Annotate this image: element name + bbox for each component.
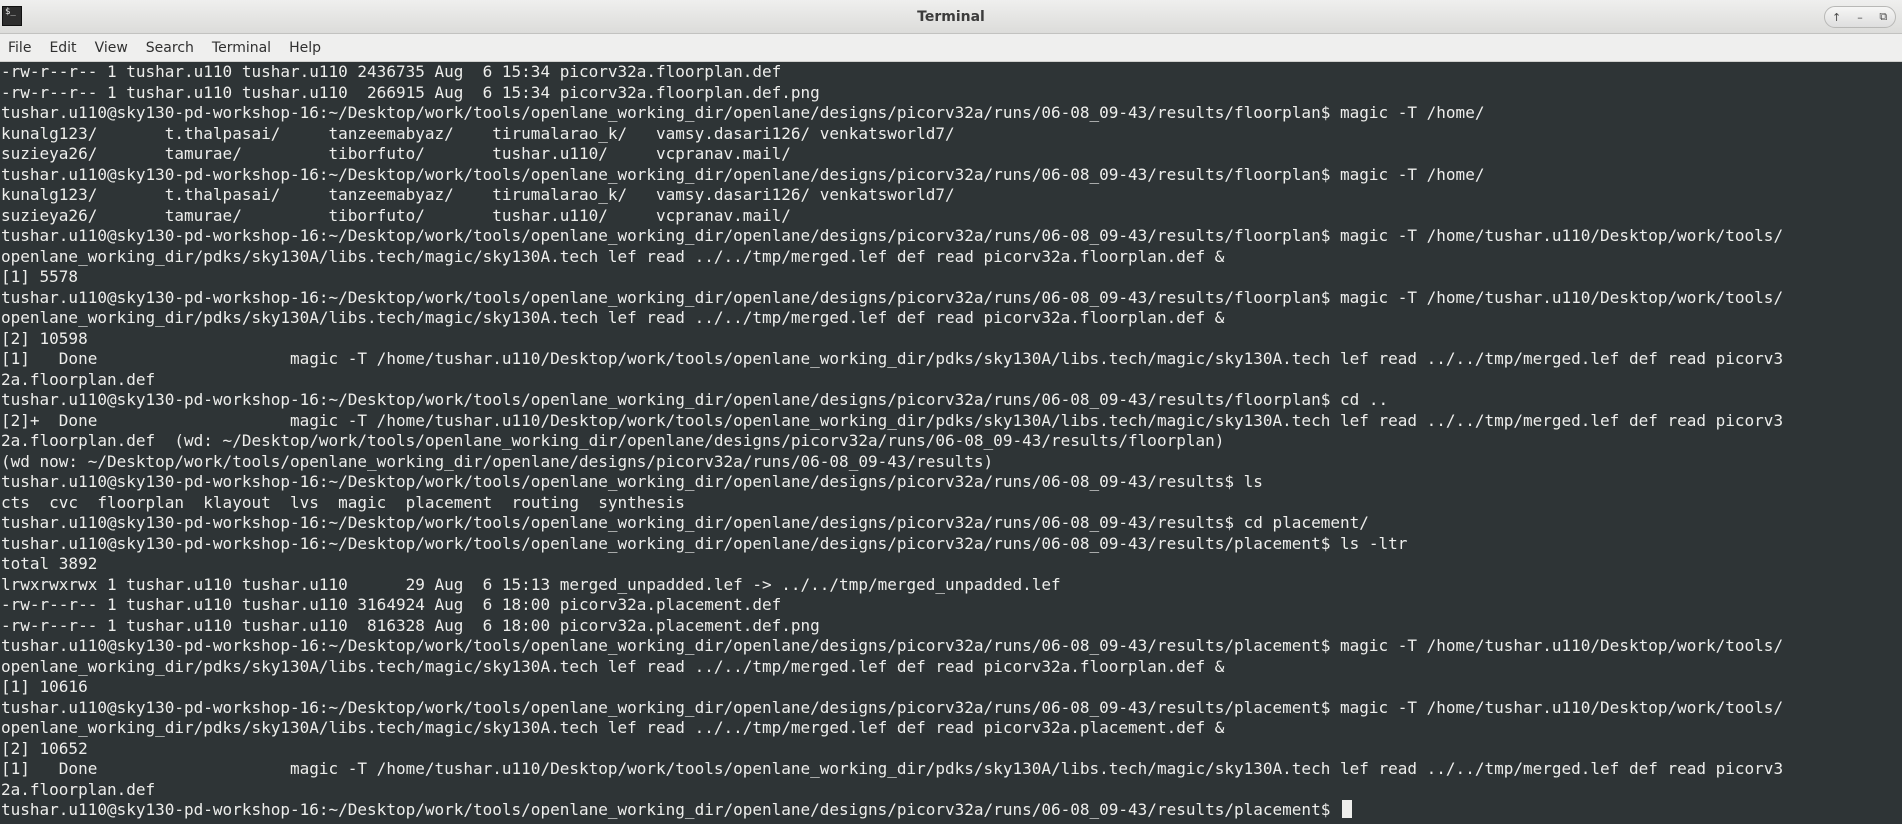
menu-file[interactable]: File <box>0 40 40 56</box>
terminal-line: [2] 10598 <box>1 328 88 348</box>
terminal-line: -rw-r--r-- 1 tushar.u110 tushar.u110 243… <box>1 62 782 81</box>
terminal-line: tushar.u110@sky130-pd-workshop-16:~/Desk… <box>1 533 1408 553</box>
terminal-line: openlane_working_dir/pdks/sky130A/libs.t… <box>1 718 1225 737</box>
terminal-line: [2]+ Done magic -T /home/tushar.u110/Des… <box>1 410 1784 430</box>
terminal-line: 2a.floorplan.def <box>1 779 156 799</box>
menu-terminal[interactable]: Terminal <box>203 40 280 56</box>
window-titlebar[interactable]: $_ Terminal ↑ – ⧉ <box>0 0 1902 34</box>
terminal-line: kunalg123/ t.thalpasai/ tanzeemabyaz/ ti… <box>1 185 955 204</box>
terminal-line: suzieya26/ tamurae/ tiborfuto/ tushar.u1… <box>1 144 791 163</box>
terminal-line: cts cvc floorplan klayout lvs magic plac… <box>1 492 685 512</box>
terminal-line: tushar.u110@sky130-pd-workshop-16:~/Desk… <box>0 800 1902 821</box>
terminal-line: tushar.u110@sky130-pd-workshop-16:~/Desk… <box>1 636 1784 655</box>
terminal-line: [1] Done magic -T /home/tushar.u110/Desk… <box>1 759 1784 778</box>
terminal-line: -rw-r--r-- 1 tushar.u110 tushar.u110 316… <box>1 595 782 614</box>
terminal-line: kunalg123/ t.thalpasai/ tanzeemabyaz/ ti… <box>1 123 955 143</box>
terminal-line: [2] 10652 <box>1 738 88 758</box>
terminal-line: tushar.u110@sky130-pd-workshop-16:~/Desk… <box>1 472 1263 491</box>
terminal-line: tushar.u110@sky130-pd-workshop-16:~/Desk… <box>1 103 1485 122</box>
terminal-line: tushar.u110@sky130-pd-workshop-16:~/Desk… <box>1 164 1485 184</box>
terminal-line: lrwxrwxrwx 1 tushar.u110 tushar.u110 29 … <box>1 574 1061 594</box>
terminal-line: openlane_working_dir/pdks/sky130A/libs.t… <box>1 656 1225 676</box>
menu-edit[interactable]: Edit <box>40 40 85 56</box>
window-title: Terminal <box>917 9 985 25</box>
restore-icon[interactable]: ⧉ <box>1874 8 1892 26</box>
maximize-up-icon[interactable]: ↑ <box>1828 8 1846 26</box>
terminal-line: 2a.floorplan.def <box>1 369 156 389</box>
terminal-line: openlane_working_dir/pdks/sky130A/libs.t… <box>1 246 1225 266</box>
window-controls: ↑ – ⧉ <box>1824 6 1896 28</box>
minimize-icon[interactable]: – <box>1851 8 1869 26</box>
terminal-output[interactable]: -rw-r--r-- 1 tushar.u110 tushar.u110 243… <box>0 62 1902 824</box>
terminal-line: [1] Done magic -T /home/tushar.u110/Desk… <box>1 349 1784 368</box>
terminal-line: tushar.u110@sky130-pd-workshop-16:~/Desk… <box>1 226 1784 245</box>
terminal-line: total 3892 <box>1 554 98 573</box>
terminal-line: -rw-r--r-- 1 tushar.u110 tushar.u110 266… <box>1 82 820 102</box>
terminal-line: openlane_working_dir/pdks/sky130A/libs.t… <box>1 308 1225 327</box>
terminal-cursor <box>1341 800 1352 818</box>
terminal-line: tushar.u110@sky130-pd-workshop-16:~/Desk… <box>1 513 1369 532</box>
terminal-line: (wd now: ~/Desktop/work/tools/openlane_w… <box>1 451 994 471</box>
terminal-line: [1] 10616 <box>1 677 88 696</box>
menu-search[interactable]: Search <box>137 40 203 56</box>
terminal-line: -rw-r--r-- 1 tushar.u110 tushar.u110 816… <box>1 615 820 635</box>
menu-help[interactable]: Help <box>280 40 330 56</box>
terminal-line: 2a.floorplan.def (wd: ~/Desktop/work/too… <box>1 431 1225 450</box>
terminal-line: [1] 5578 <box>1 267 79 286</box>
terminal-line: tushar.u110@sky130-pd-workshop-16:~/Desk… <box>1 390 1389 409</box>
terminal-line: tushar.u110@sky130-pd-workshop-16:~/Desk… <box>1 287 1784 307</box>
terminal-line: tushar.u110@sky130-pd-workshop-16:~/Desk… <box>1 697 1784 717</box>
terminal-line: suzieya26/ tamurae/ tiborfuto/ tushar.u1… <box>1 205 791 225</box>
menu-view[interactable]: View <box>86 40 137 56</box>
menubar: File Edit View Search Terminal Help <box>0 34 1902 62</box>
